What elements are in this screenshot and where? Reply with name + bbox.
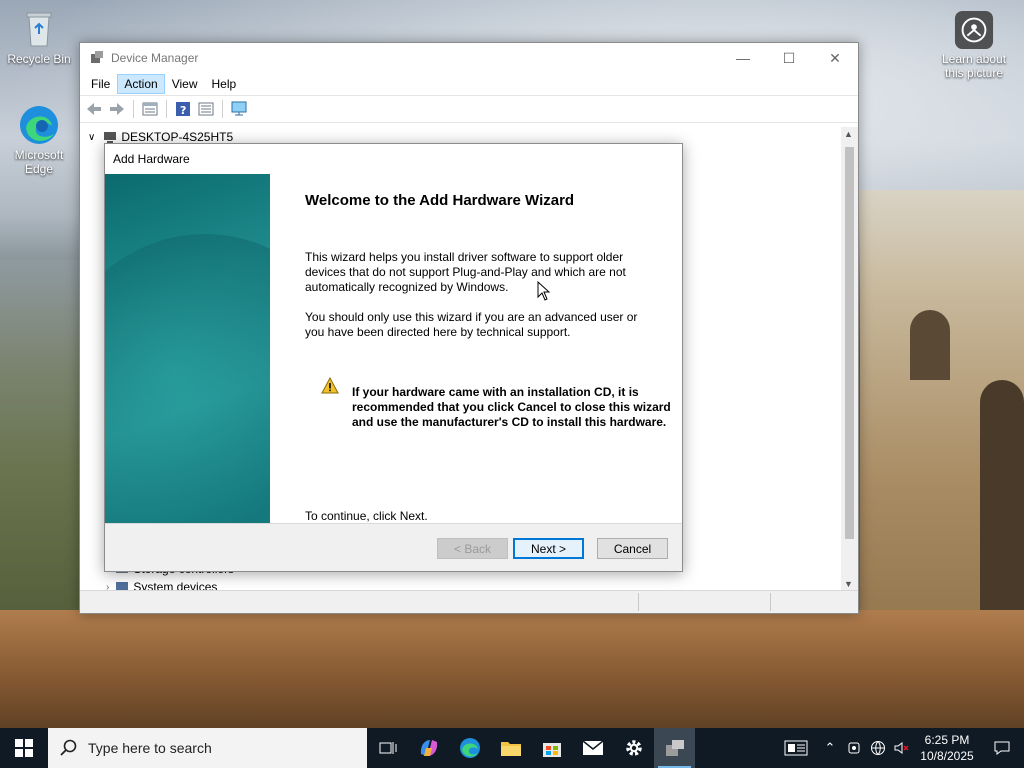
search-box[interactable]: Type here to search [48, 728, 367, 768]
wizard-advanced-note: You should only use this wizard if you a… [305, 310, 638, 339]
mouse-cursor-icon [537, 281, 550, 301]
news-widget-icon[interactable] [774, 728, 818, 768]
desktop-valley [0, 260, 80, 610]
task-view-button[interactable] [367, 728, 408, 768]
toolbar: ? [80, 95, 858, 123]
device-manager-taskbar-button[interactable] [654, 728, 695, 768]
help-icon[interactable]: ? [173, 99, 193, 119]
clock-time: 6:25 PM [924, 733, 970, 747]
file-explorer-button[interactable] [490, 728, 531, 768]
scroll-down-icon[interactable]: ▼ [844, 579, 853, 589]
desktop-icon-edge[interactable]: Microsoft Edge [3, 104, 75, 176]
device-manager-icon [665, 740, 684, 756]
forward-arrow-icon[interactable] [107, 99, 127, 119]
tree-root-label: DESKTOP-4S25HT5 [121, 130, 234, 144]
camera-info-icon [954, 10, 994, 50]
vertical-scrollbar[interactable]: ▲ ▼ [841, 127, 858, 591]
menu-action[interactable]: Action [117, 74, 165, 94]
wizard-warning-text: If your hardware came with an installati… [352, 385, 671, 429]
svg-text:?: ? [180, 104, 186, 117]
camera-icon[interactable] [842, 728, 866, 768]
network-globe-icon[interactable] [866, 728, 890, 768]
chevron-up-icon[interactable]: ⌃ [818, 728, 842, 768]
status-bar [80, 590, 858, 613]
folder-icon [500, 742, 521, 756]
system-tray: ⌃ 6:25 PM 10/8/2025 [774, 728, 1024, 768]
edge-button[interactable] [449, 728, 490, 768]
next-button[interactable]: Next > [513, 538, 584, 559]
scroll-thumb[interactable] [845, 147, 854, 539]
device-manager-icon [91, 51, 103, 63]
wizard-side-panel [105, 174, 270, 523]
cancel-button[interactable]: Cancel [597, 538, 668, 559]
store-icon [542, 743, 561, 757]
store-button[interactable] [531, 728, 572, 768]
wizard-continue-text: To continue, click Next. [305, 509, 428, 523]
add-hardware-dialog: Add Hardware Welcome to the Add Hardware… [104, 143, 683, 572]
desktop-icon-learn-picture[interactable]: Learn about this picture [938, 10, 1010, 80]
task-view-icon [379, 742, 396, 754]
scroll-up-icon[interactable]: ▲ [844, 129, 853, 139]
menu-file[interactable]: File [84, 74, 117, 94]
copilot-button[interactable] [408, 728, 449, 768]
mail-icon [582, 740, 603, 755]
title-bar[interactable]: Device Manager — ☐ ✕ [80, 43, 858, 73]
back-arrow-icon[interactable] [84, 99, 104, 119]
warning-icon [321, 377, 339, 394]
computer-icon [104, 132, 117, 143]
start-button[interactable] [0, 728, 48, 768]
back-button[interactable]: < Back [437, 538, 508, 559]
edge-icon [20, 106, 58, 144]
desktop-icon-label: Recycle Bin [7, 52, 71, 66]
minimize-button[interactable]: — [720, 43, 766, 73]
properties-icon[interactable] [140, 99, 160, 119]
desktop-icon-recycle-bin[interactable]: Recycle Bin [3, 8, 75, 66]
windows-logo-icon [15, 739, 33, 757]
clock[interactable]: 6:25 PM 10/8/2025 [914, 732, 980, 764]
mail-button[interactable] [572, 728, 613, 768]
monitor-icon[interactable] [229, 99, 249, 119]
desktop-icon-label: Learn about this picture [941, 52, 1007, 80]
desktop-icon-label: Microsoft Edge [14, 148, 64, 176]
wizard-heading: Welcome to the Add Hardware Wizard [305, 192, 575, 209]
maximize-button[interactable]: ☐ [766, 43, 812, 73]
taskbar: Type here to search ⌃ 6:25 PM 10/8/2025 [0, 728, 1024, 768]
view-list-icon[interactable] [196, 99, 216, 119]
search-placeholder: Type here to search [88, 740, 212, 756]
menu-bar: File Action View Help [80, 73, 858, 95]
volume-muted-icon[interactable] [890, 728, 914, 768]
recycle-bin-icon [26, 12, 52, 47]
menu-help[interactable]: Help [205, 74, 244, 94]
edge-icon [459, 738, 480, 758]
clock-date: 10/8/2025 [920, 749, 974, 763]
copilot-icon [420, 740, 437, 756]
wizard-description: This wizard helps you install driver sof… [305, 250, 626, 294]
dialog-title[interactable]: Add Hardware [105, 144, 682, 174]
dialog-body: Welcome to the Add Hardware Wizard This … [105, 174, 682, 524]
notification-icon[interactable] [980, 728, 1024, 768]
search-icon [60, 739, 77, 756]
gear-icon [625, 740, 642, 756]
chevron-down-icon[interactable]: ∨ [88, 132, 95, 143]
close-button[interactable]: ✕ [812, 43, 858, 73]
settings-button[interactable] [613, 728, 654, 768]
menu-view[interactable]: View [165, 74, 205, 94]
desktop-rocks [0, 610, 1024, 730]
window-title: Device Manager [111, 51, 199, 65]
